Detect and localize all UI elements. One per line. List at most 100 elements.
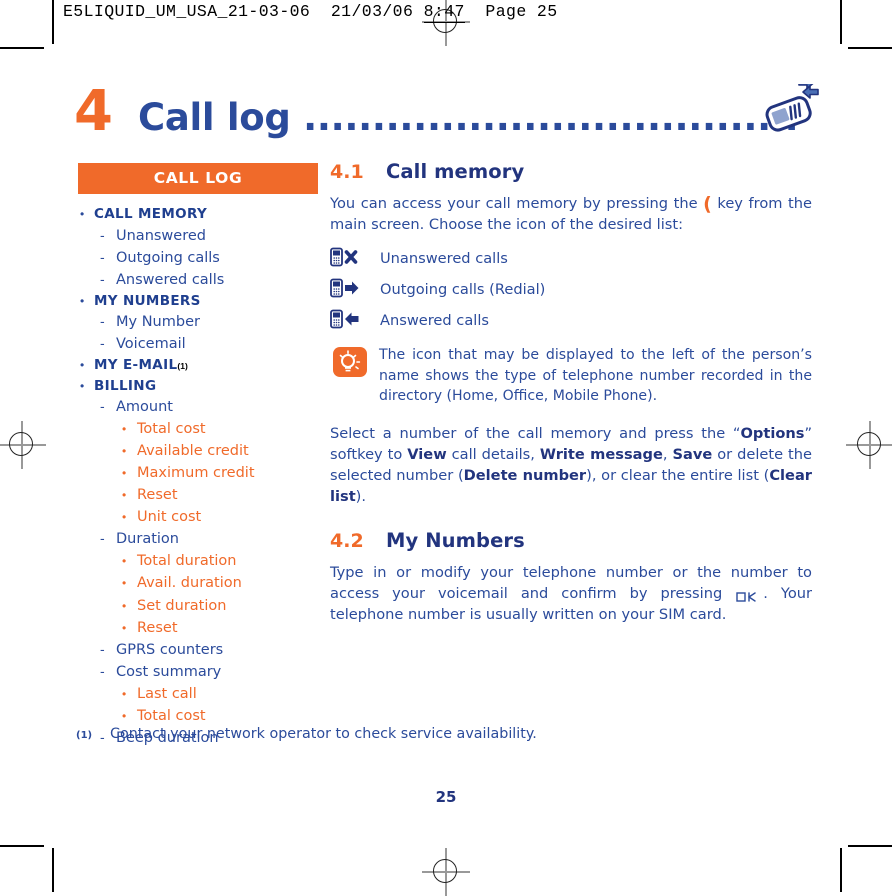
options-text-3: call details, (446, 445, 540, 463)
sidebar-item-label: My Number (116, 314, 200, 331)
sidebar-item-label: MY NUMBERS (94, 292, 201, 309)
sidebar-item-outgoing-calls[interactable]: - Outgoing calls (100, 247, 318, 269)
sidebar-item-avail-duration[interactable]: • Avail. duration (122, 572, 318, 594)
crop-mark-bottom-right-horizontal (848, 845, 892, 847)
view-menu-label: View (407, 445, 447, 463)
options-text-1: Select a number of the call memory and p… (330, 424, 741, 442)
crop-mark-top-left-horizontal (0, 47, 44, 49)
sidebar-item-label: Reset (137, 487, 178, 504)
sidebar-item-reset[interactable]: • Reset (122, 484, 318, 506)
bullet-icon: • (80, 378, 85, 393)
call-memory-options-paragraph: Select a number of the call memory and p… (330, 423, 812, 507)
phone-outgoing-call-icon (330, 278, 380, 300)
print-header-filename: E5LIQUID_UM_USA_21-03-06 (63, 2, 311, 21)
sidebar-item-last-call[interactable]: • Last call (122, 683, 318, 705)
list-item: Outgoing calls (Redial) (330, 278, 812, 300)
crop-mark-top-right-vertical (840, 0, 842, 44)
options-softkey-label: Options (740, 424, 805, 442)
sidebar-item-label: Total cost (137, 421, 206, 438)
sidebar-item-call-memory[interactable]: • CALL MEMORY (80, 204, 318, 225)
sidebar-item-duration[interactable]: - Duration (100, 528, 318, 550)
section-number: 4.2 (330, 529, 364, 552)
bullet-icon: • (80, 293, 85, 308)
dash-icon: - (100, 248, 105, 265)
sidebar-item-label: Answered calls (116, 271, 225, 288)
registration-mark-right (846, 421, 892, 469)
sidebar-item-label: Avail. duration (137, 575, 242, 592)
sidebar-item-total-cost[interactable]: • Total cost (122, 705, 318, 727)
sidebar-item-total-cost[interactable]: • Total cost (122, 418, 318, 440)
sidebar-item-reset[interactable]: • Reset (122, 617, 318, 639)
section-heading-my-numbers: 4.2 My Numbers (330, 529, 812, 552)
sidebar-item-gprs-counters[interactable]: - GPRS counters (100, 639, 318, 661)
sidebar-item-my-numbers[interactable]: • MY NUMBERS (80, 291, 318, 312)
chapter-number: 4 (74, 79, 113, 144)
sidebar-item-label: Voicemail (116, 336, 186, 353)
footnote-text: Contact your network operator to check s… (110, 726, 537, 742)
bullet-icon: • (122, 488, 127, 503)
sidebar-item-voicemail[interactable]: - Voicemail (100, 333, 318, 355)
sidebar-item-label: Duration (116, 531, 179, 548)
sidebar-item-my-number[interactable]: - My Number (100, 311, 318, 333)
registration-mark-bottom (422, 848, 470, 896)
bullet-icon: • (122, 620, 127, 635)
intro-text-before-key: You can access your call memory by press… (330, 195, 704, 212)
tip-note-box: The icon that may be displayed to the le… (330, 345, 812, 407)
my-numbers-paragraph: Type in or modify your telephone number … (330, 562, 812, 625)
sidebar-item-unit-cost[interactable]: • Unit cost (122, 506, 318, 528)
call-list-label: Answered calls (380, 311, 489, 329)
print-header-time: 8:47 (423, 2, 465, 23)
print-header: E5LIQUID_UM_USA_21-03-06 21/03/06 8:47 P… (63, 2, 558, 23)
call-list-label: Unanswered calls (380, 249, 508, 267)
sidebar-item-total-duration[interactable]: • Total duration (122, 550, 318, 572)
sidebar-item-label: Set duration (137, 597, 227, 614)
sidebar-item-label: Cost summary (116, 663, 222, 680)
dash-icon: - (100, 640, 105, 657)
bullet-icon: • (80, 207, 85, 221)
tip-note-text: The icon that may be displayed to the le… (379, 347, 812, 405)
sidebar-item-label: MY E-MAIL (94, 357, 178, 374)
bullet-icon: • (122, 422, 127, 437)
dash-icon: - (100, 662, 105, 679)
sidebar-item-label: BILLING (94, 377, 157, 394)
footnote-marker: (1) (177, 361, 188, 372)
call-key-icon: ( (703, 193, 712, 215)
sidebar-item-label: CALL MEMORY (94, 206, 208, 222)
call-memory-intro-paragraph: You can access your call memory by press… (330, 193, 812, 235)
dash-icon: - (100, 335, 105, 352)
bullet-icon: • (122, 466, 127, 481)
call-list-label: Outgoing calls (Redial) (380, 280, 546, 298)
sidebar-item-label: Available credit (137, 443, 249, 460)
sidebar-item-set-duration[interactable]: • Set duration (122, 595, 318, 617)
dash-icon: - (100, 270, 105, 287)
delete-number-menu-label: Delete number (463, 466, 587, 484)
sidebar-item-amount[interactable]: - Amount (100, 396, 318, 418)
sidebar-item-maximum-credit[interactable]: • Maximum credit (122, 462, 318, 484)
registration-mark-left (0, 421, 46, 469)
sidebar-item-available-credit[interactable]: • Available credit (122, 440, 318, 462)
sidebar-item-unanswered[interactable]: - Unanswered (100, 225, 318, 247)
bullet-icon: • (122, 708, 127, 723)
list-item: Answered calls (330, 309, 812, 331)
sidebar-item-label: Maximum credit (137, 465, 255, 482)
main-content: 4.1 Call memory You can access your call… (330, 160, 812, 637)
sidebar-item-answered-calls[interactable]: - Answered calls (100, 269, 318, 291)
sidebar-item-label: Total duration (137, 553, 237, 570)
sidebar-item-list: • CALL MEMORY - Unanswered - Outgoing calls - A… (78, 194, 318, 749)
bullet-icon: • (122, 444, 127, 459)
phone-calllog-icon (764, 75, 824, 136)
ok-key-icon (736, 588, 762, 602)
sidebar-item-billing[interactable]: • BILLING (80, 376, 318, 397)
bullet-icon: • (122, 686, 127, 701)
options-text-7: ). (355, 487, 367, 505)
sidebar-item-label: Amount (116, 399, 173, 416)
footnote: (1) Contact your network operator to che… (76, 726, 816, 742)
sidebar-item-label: Outgoing calls (116, 249, 220, 266)
list-item: Unanswered calls (330, 247, 812, 269)
dash-icon: - (100, 313, 105, 330)
sidebar-item-my-e-mail[interactable]: • MY E-MAIL (1) (80, 355, 318, 376)
bullet-icon: • (122, 554, 127, 569)
section-title: Call memory (386, 160, 525, 183)
sidebar-item-cost-summary[interactable]: - Cost summary (100, 661, 318, 683)
dash-icon: - (100, 530, 105, 547)
